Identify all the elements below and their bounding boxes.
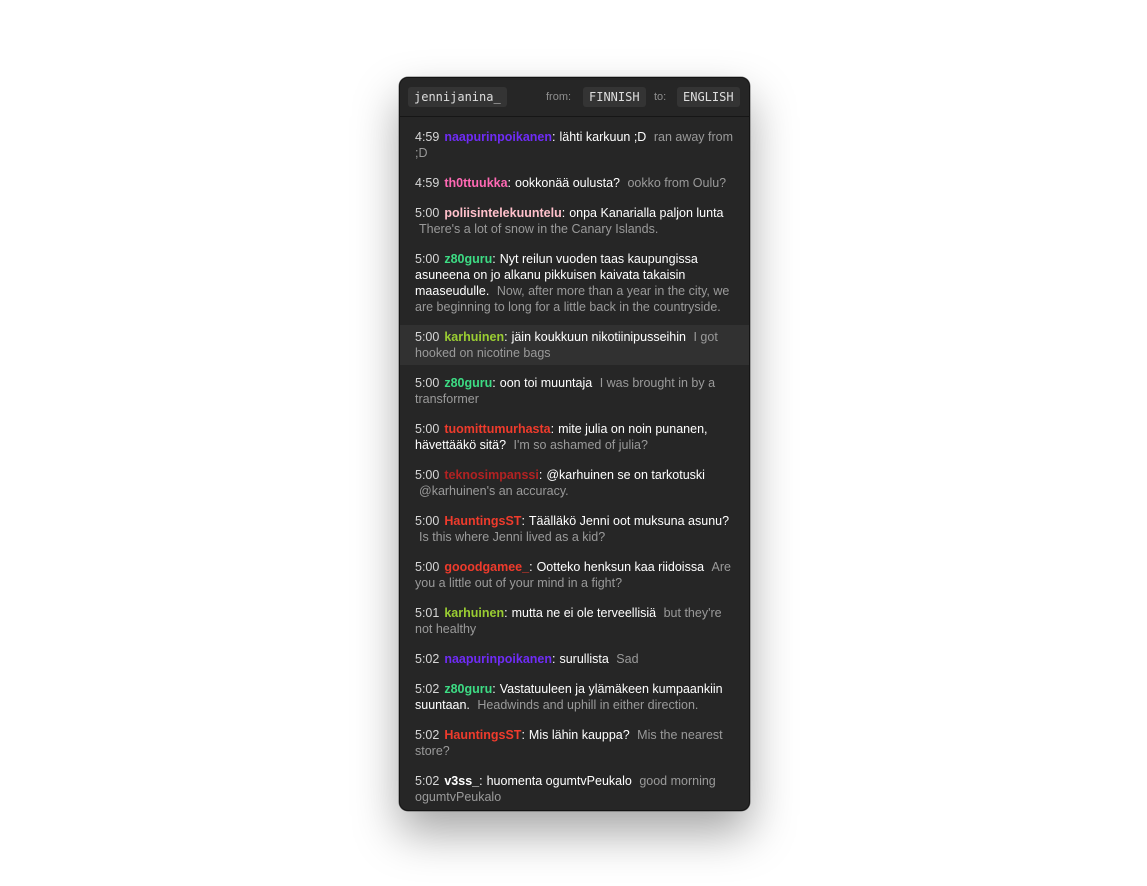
message-original-text: Ootteko henksun kaa riidoissa xyxy=(536,560,705,574)
message-username[interactable]: z80guru xyxy=(444,682,492,696)
message-timestamp: 4:59 xyxy=(415,130,440,144)
message-translation-text: @karhuinen's an accuracy. xyxy=(419,484,569,498)
message-timestamp: 5:00 xyxy=(415,468,440,482)
username-separator: : xyxy=(529,560,533,574)
message-username[interactable]: z80guru xyxy=(444,252,492,266)
chat-message: 4:59 th0ttuukka: ookkonää oulusta? ookko f… xyxy=(400,173,749,193)
message-username[interactable]: poliisintelekuuntelu xyxy=(444,206,561,220)
message-timestamp: 5:02 xyxy=(415,728,440,742)
message-username[interactable]: karhuinen xyxy=(444,330,504,344)
message-timestamp: 5:00 xyxy=(415,330,440,344)
to-language-selector[interactable]: ENGLISH xyxy=(677,87,740,107)
message-original-text: oon toi muuntaja xyxy=(499,376,593,390)
message-timestamp: 5:02 xyxy=(415,652,440,666)
username-separator: : xyxy=(552,130,556,144)
chat-message: 5:02 z80guru: Vastatuuleen ja ylämäkeen ku… xyxy=(400,679,749,715)
message-original-text: lähti karkuun ;D xyxy=(559,130,647,144)
chat-message: 5:00 teknosimpanssi: @karhuinen se on tark… xyxy=(400,465,749,501)
from-label: from: xyxy=(546,91,572,103)
username-separator: : xyxy=(492,682,496,696)
username-separator: : xyxy=(538,468,543,482)
message-timestamp: 5:02 xyxy=(415,774,440,788)
chat-message: 5:00 HauntingsST: Täälläkö Jenni oot muksu… xyxy=(400,511,749,547)
username-separator: : xyxy=(552,652,556,666)
username-separator: : xyxy=(504,606,508,620)
chat-message: 5:00 gooodgamee_: Ootteko henksun kaa riid… xyxy=(400,557,749,593)
username-separator: : xyxy=(504,330,508,344)
chat-message: 5:00 poliisintelekuuntelu: onpa Kanarialla… xyxy=(400,203,749,239)
chat-message-list[interactable]: 4:59 naapurinpoikanen: lähti karkuun ;D ra… xyxy=(400,127,749,810)
chat-message: 5:00 karhuinen: jäin koukkuun nikotiinipus… xyxy=(400,325,749,365)
chat-message: 5:00 z80guru: oon toi muuntaja I was broug… xyxy=(400,373,749,409)
from-language-selector[interactable]: FINNISH xyxy=(583,87,646,107)
message-original-text: onpa Kanarialla paljon lunta xyxy=(569,206,724,220)
username-separator: : xyxy=(561,206,566,220)
username-separator: : xyxy=(521,514,525,528)
message-username[interactable]: th0ttuukka xyxy=(444,176,507,190)
chat-translator-window: jennijanina_ from: FINNISH to: ENGLISH 4… xyxy=(399,77,750,811)
message-username[interactable]: naapurinpoikanen xyxy=(444,652,552,666)
message-username[interactable]: HauntingsST xyxy=(444,728,521,742)
message-translation-text: ookko from Oulu? xyxy=(627,176,727,190)
username-separator: : xyxy=(492,252,496,266)
message-username[interactable]: z80guru xyxy=(444,376,492,390)
message-username[interactable]: naapurinpoikanen xyxy=(444,130,552,144)
message-username[interactable]: gooodgamee_ xyxy=(444,560,529,574)
username-separator: : xyxy=(492,376,496,390)
message-original-text: @karhuinen se on tarkotuski xyxy=(546,468,705,482)
message-original-text: huomenta ogumtvPeukalo xyxy=(486,774,632,788)
message-timestamp: 4:59 xyxy=(415,176,440,190)
to-label: to: xyxy=(654,91,667,103)
chat-message: 5:02 naapurinpoikanen: surullista Sad xyxy=(400,649,749,669)
chat-message: 4:59 naapurinpoikanen: lähti karkuun ;D ra… xyxy=(400,127,749,163)
username-separator: : xyxy=(507,176,512,190)
message-translation-text: Is this where Jenni lived as a kid? xyxy=(419,530,606,544)
message-username[interactable]: teknosimpanssi xyxy=(444,468,538,482)
message-username[interactable]: karhuinen xyxy=(444,606,504,620)
message-timestamp: 5:00 xyxy=(415,206,440,220)
chat-message: 5:00 z80guru: Nyt reilun vuoden taas kaupu… xyxy=(400,249,749,317)
username-separator: : xyxy=(479,774,483,788)
message-timestamp: 5:00 xyxy=(415,252,440,266)
message-translation-text: I'm so ashamed of julia? xyxy=(513,438,648,452)
message-original-text: Mis lähin kauppa? xyxy=(528,728,630,742)
message-timestamp: 5:00 xyxy=(415,560,440,574)
message-timestamp: 5:00 xyxy=(415,422,440,436)
message-translation-text: Headwinds and uphill in either direction… xyxy=(477,698,699,712)
message-original-text: Täälläkö Jenni oot muksuna asunu? xyxy=(528,514,730,528)
message-original-text: surullista xyxy=(559,652,609,666)
chat-message: 5:02 HauntingsST: Mis lähin kauppa? Mis th… xyxy=(400,725,749,761)
message-username[interactable]: tuomittumurhasta xyxy=(444,422,550,436)
message-original-text: jäin koukkuun nikotiinipusseihin xyxy=(511,330,686,344)
top-bar: jennijanina_ from: FINNISH to: ENGLISH xyxy=(400,78,749,117)
message-timestamp: 5:00 xyxy=(415,514,440,528)
message-timestamp: 5:01 xyxy=(415,606,440,620)
message-translation-text: There's a lot of snow in the Canary Isla… xyxy=(419,222,659,236)
chat-message: 5:01 karhuinen: mutta ne ei ole terveellis… xyxy=(400,603,749,639)
message-username[interactable]: HauntingsST xyxy=(444,514,521,528)
message-translation-text: Sad xyxy=(616,652,639,666)
message-timestamp: 5:00 xyxy=(415,376,440,390)
channel-name-field[interactable]: jennijanina_ xyxy=(408,87,507,107)
message-original-text: mutta ne ei ole terveellisiä xyxy=(511,606,657,620)
message-username[interactable]: v3ss_ xyxy=(444,774,479,788)
username-separator: : xyxy=(550,422,555,436)
chat-message: 5:02 v3ss_: huomenta ogumtvPeukalo good mo… xyxy=(400,771,749,807)
username-separator: : xyxy=(521,728,525,742)
message-original-text: ookkonää oulusta? xyxy=(515,176,620,190)
message-timestamp: 5:02 xyxy=(415,682,440,696)
chat-message: 5:00 tuomittumurhasta: mite julia on noin … xyxy=(400,419,749,455)
